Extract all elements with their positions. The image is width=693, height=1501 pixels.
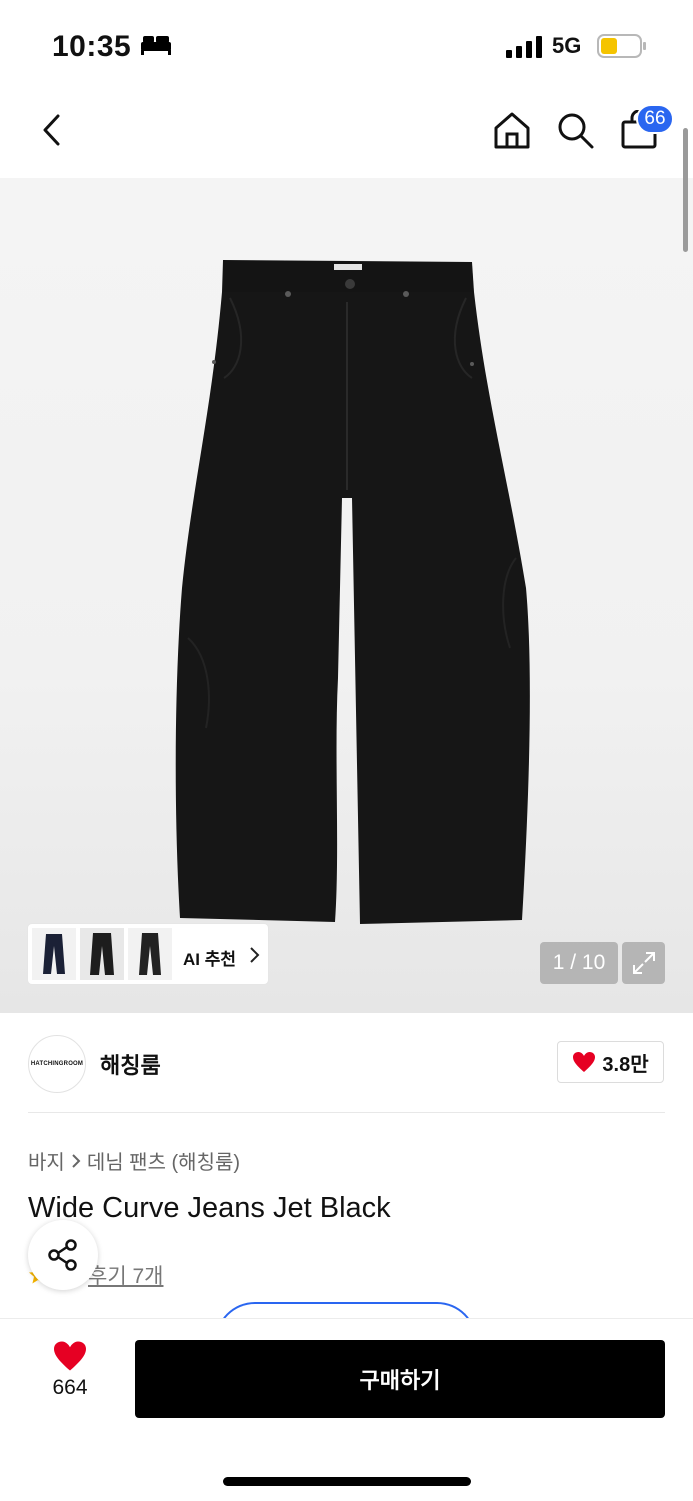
heart-icon bbox=[54, 1341, 86, 1371]
brand-name[interactable]: 해칭룸 bbox=[100, 1048, 161, 1080]
wishlist-button[interactable]: 664 bbox=[28, 1340, 112, 1420]
share-icon bbox=[48, 1239, 77, 1271]
jeans-thumbnail-icon bbox=[43, 934, 65, 974]
jeans-thumbnail-icon bbox=[90, 933, 114, 975]
brand-like-count: 3.8만 bbox=[602, 1053, 649, 1076]
jeans-thumbnail-icon bbox=[139, 933, 161, 975]
brand-like-button[interactable]: 3.8만 bbox=[557, 1041, 664, 1083]
ai-recommend-label[interactable]: AI 추천 bbox=[183, 945, 236, 970]
image-page-indicator: 1 / 10 bbox=[540, 942, 618, 984]
expand-image-button[interactable] bbox=[622, 942, 665, 984]
breadcrumb-subcategory[interactable]: 데님 팬츠 (해칭룸) bbox=[87, 1146, 240, 1175]
thumbnail-black-jeans[interactable] bbox=[128, 928, 172, 980]
cart-count-badge: 66 bbox=[636, 104, 674, 134]
heart-icon bbox=[573, 1052, 596, 1072]
chevron-left-icon bbox=[43, 114, 60, 146]
battery-icon bbox=[597, 34, 646, 58]
brand-logo[interactable]: HATCHINGROOM bbox=[28, 1035, 86, 1093]
chevron-right-icon bbox=[72, 1153, 81, 1168]
home-icon bbox=[494, 112, 530, 149]
review-count-link[interactable]: 후기 7개 bbox=[88, 1260, 163, 1290]
wishlist-count: 664 bbox=[52, 1376, 88, 1399]
bed-icon bbox=[141, 36, 171, 55]
network-label: 5G bbox=[552, 33, 582, 58]
home-button[interactable] bbox=[490, 108, 534, 152]
home-indicator[interactable] bbox=[223, 1477, 471, 1486]
back-button[interactable] bbox=[30, 108, 74, 152]
expand-icon bbox=[632, 952, 655, 974]
search-button[interactable] bbox=[553, 108, 597, 152]
share-button[interactable] bbox=[28, 1220, 98, 1290]
buy-button[interactable]: 구매하기 bbox=[135, 1340, 665, 1418]
search-icon bbox=[558, 113, 594, 149]
breadcrumb: 바지 데님 팬츠 (해칭룸) bbox=[28, 1146, 240, 1175]
chevron-right-icon bbox=[250, 947, 260, 963]
status-time: 10:35 bbox=[52, 30, 132, 63]
thumbnail-black-jeans-selected[interactable] bbox=[80, 928, 124, 980]
divider bbox=[28, 1112, 665, 1113]
product-title: Wide Curve Jeans Jet Black bbox=[28, 1192, 391, 1224]
scrollbar[interactable] bbox=[683, 128, 688, 252]
thumbnail-navy-jeans[interactable] bbox=[32, 928, 76, 980]
signal-icon bbox=[506, 36, 542, 58]
breadcrumb-category[interactable]: 바지 bbox=[28, 1146, 65, 1175]
product-image-jeans bbox=[175, 260, 530, 924]
